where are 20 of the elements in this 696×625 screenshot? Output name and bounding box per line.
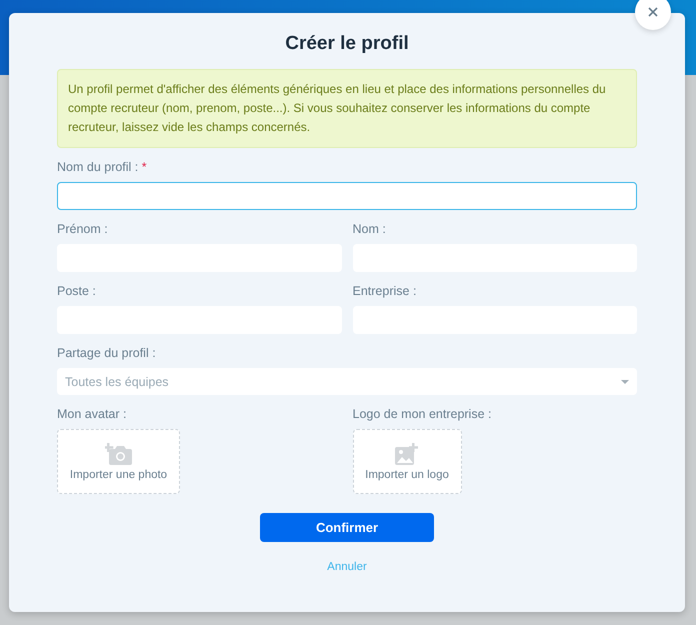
info-notice: Un profil permet d'afficher des éléments génériques en lieu et place des informations personnelles du compte recruteur (nom, prenom, poste...). Si vous souhaitez conserver les informations du compte recruteur, laissez vide les champs concernés. xyxy=(57,69,637,148)
upload-button[interactable]: Importer une photo xyxy=(57,429,180,494)
camera-add-icon xyxy=(105,442,132,464)
field-label: Poste : xyxy=(57,284,97,298)
field-label: Logo de mon entreprise : xyxy=(352,407,492,421)
cancel-link[interactable]: Annuler xyxy=(327,561,367,573)
field-label: Nom : xyxy=(352,222,387,236)
dropdown-caret-icon xyxy=(621,380,629,384)
field-label: Entreprise : xyxy=(352,284,418,298)
close-icon xyxy=(648,7,658,17)
profile-name-input[interactable] xyxy=(57,182,637,210)
sharing-select[interactable]: Toutes les équipes xyxy=(57,368,637,395)
field-label: Partage du profil : xyxy=(57,346,157,360)
confirm-button[interactable]: Confirmer xyxy=(260,513,434,542)
image-add-icon xyxy=(395,442,419,464)
field-label: Mon avatar : xyxy=(57,407,128,421)
upload-button[interactable]: Importer un logo xyxy=(352,429,462,494)
dialog-title: Créer le profil xyxy=(285,33,409,55)
field-label: Prénom : xyxy=(57,222,109,236)
field-label: Nom du profil : * xyxy=(57,160,148,174)
